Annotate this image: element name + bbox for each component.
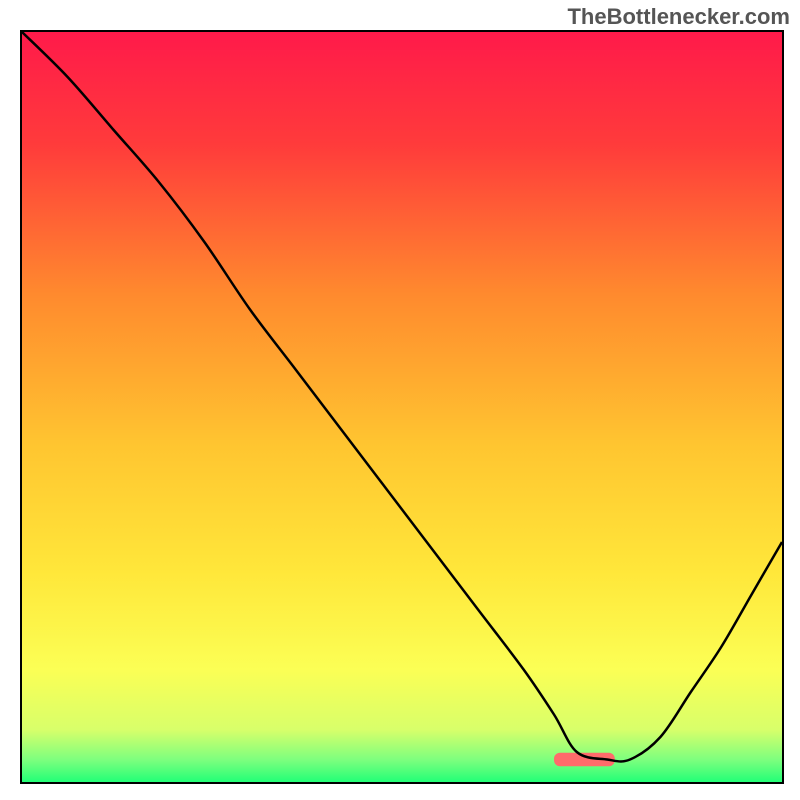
chart-container: TheBottlenecker.com — [0, 0, 800, 800]
plot-area — [20, 30, 784, 784]
chart-svg — [22, 32, 782, 782]
watermark-text: TheBottlenecker.com — [567, 4, 790, 30]
gradient-background — [22, 32, 782, 782]
